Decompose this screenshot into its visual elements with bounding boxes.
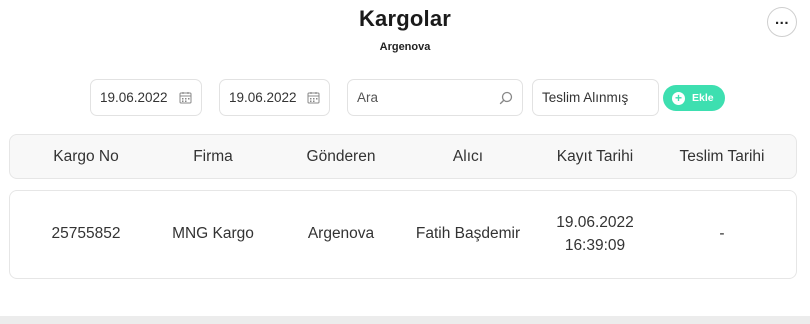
table-row[interactable]: 25755852 MNG Kargo Argenova Fatih Başdem… [9, 190, 797, 279]
bottom-scroll-bar[interactable] [0, 316, 810, 324]
plus-circle-icon: + [672, 91, 685, 105]
status-select[interactable]: Teslim Alınmış [532, 79, 659, 116]
page-title: Kargolar [358, 6, 452, 31]
column-header-teslim-tarihi[interactable]: Teslim Tarihi [680, 135, 765, 178]
search-placeholder: Ara [357, 90, 379, 105]
table-header: Kargo No Firma Gönderen Alıcı Kayıt Tari… [9, 134, 797, 179]
column-header-kayit-tarihi[interactable]: Kayıt Tarihi [557, 135, 633, 178]
search-icon[interactable] [499, 91, 513, 105]
cell-firma: MNG Kargo [172, 225, 254, 243]
calendar-icon[interactable] [306, 91, 320, 105]
end-date-field[interactable]: 19.06.2022 [219, 79, 330, 116]
cell-gonderen: Argenova [307, 225, 375, 243]
column-header-firma[interactable]: Firma [193, 135, 233, 178]
add-button[interactable]: + Ekle [663, 85, 725, 111]
cell-alici: Fatih Başdemir [415, 225, 521, 243]
add-button-label: Ekle [692, 92, 714, 104]
cell-teslim-tarihi: - [719, 225, 725, 243]
more-horizontal-icon: ... [774, 10, 789, 28]
cell-kargo-no: 25755852 [51, 225, 121, 243]
calendar-icon[interactable] [178, 91, 192, 105]
end-date-value: 19.06.2022 [229, 90, 297, 105]
status-value: Teslim Alınmış [542, 90, 629, 105]
cell-kayit-time: 16:39:09 [564, 236, 626, 254]
column-header-alici[interactable]: Alıcı [453, 135, 483, 178]
column-header-gonderen[interactable]: Gönderen [307, 135, 376, 178]
cell-kayit-tarihi: 19.06.2022 16:39:09 [556, 191, 634, 278]
start-date-field[interactable]: 19.06.2022 [90, 79, 202, 116]
search-input[interactable]: Ara [347, 79, 523, 116]
column-header-kargo-no[interactable]: Kargo No [53, 135, 118, 178]
company-name: Argenova [379, 41, 431, 53]
start-date-value: 19.06.2022 [100, 90, 168, 105]
cell-kayit-date: 19.06.2022 [556, 214, 634, 232]
more-options-button[interactable]: ... [767, 7, 797, 37]
